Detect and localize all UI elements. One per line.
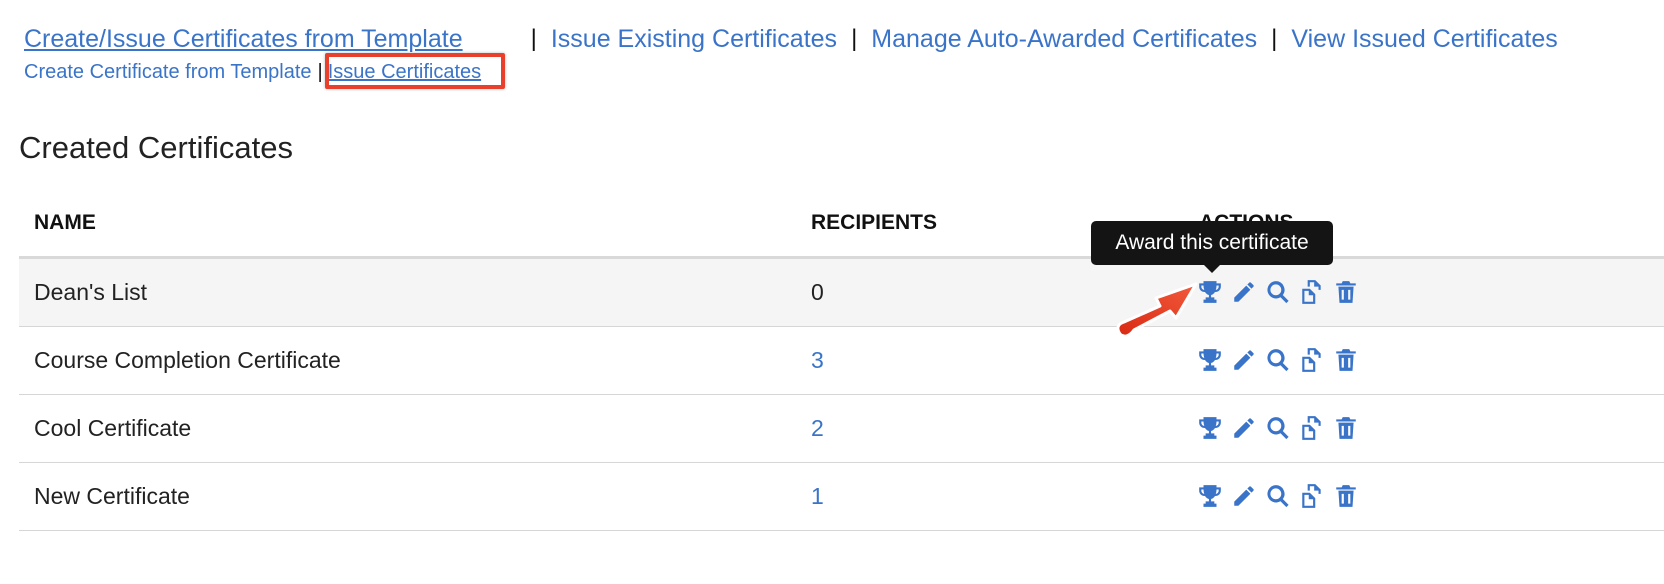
- certificate-name: Dean's List: [34, 279, 148, 305]
- row-actions: [1197, 279, 1359, 305]
- copy-icon[interactable]: [1299, 347, 1325, 373]
- nav-issue-existing[interactable]: Issue Existing Certificates: [551, 25, 837, 54]
- row-actions: [1197, 415, 1359, 441]
- table-row: New Certificate 1: [19, 463, 1664, 531]
- trash-icon[interactable]: [1333, 483, 1359, 509]
- top-nav: Create/Issue Certificates from Template …: [24, 22, 1558, 56]
- award-tooltip: Award this certificate: [1091, 221, 1333, 273]
- trash-icon[interactable]: [1333, 347, 1359, 373]
- page-title: Created Certificates: [19, 130, 293, 165]
- recipient-count: 0: [811, 279, 824, 305]
- subnav-create-from-template[interactable]: Create Certificate from Template: [24, 61, 312, 84]
- certificate-name: Course Completion Certificate: [34, 347, 341, 373]
- subnav-separator: |: [317, 60, 323, 83]
- header-recipients: RECIPIENTS: [811, 211, 938, 234]
- magnifier-icon[interactable]: [1265, 279, 1291, 305]
- highlight-annotation-box: [325, 53, 505, 89]
- certificate-name: New Certificate: [34, 483, 190, 509]
- table-header: NAME RECIPIENTS ACTIONS: [19, 190, 1664, 259]
- recipient-count-link[interactable]: 2: [811, 415, 824, 442]
- magnifier-icon[interactable]: [1265, 483, 1291, 509]
- pencil-icon[interactable]: [1231, 279, 1257, 305]
- certificates-table: NAME RECIPIENTS ACTIONS Dean's List 0 Co…: [19, 190, 1664, 531]
- header-name: NAME: [34, 211, 96, 234]
- magnifier-icon[interactable]: [1265, 347, 1291, 373]
- pencil-icon[interactable]: [1231, 347, 1257, 373]
- row-actions: [1197, 483, 1359, 509]
- copy-icon[interactable]: [1299, 483, 1325, 509]
- trash-icon[interactable]: [1333, 415, 1359, 441]
- nav-manage-auto-awarded[interactable]: Manage Auto-Awarded Certificates: [871, 25, 1257, 54]
- nav-separator: |: [1271, 25, 1278, 52]
- arrow-annotation-icon: [1116, 282, 1198, 338]
- table-row: Cool Certificate 2: [19, 395, 1664, 463]
- certificate-name: Cool Certificate: [34, 415, 192, 441]
- nav-create-issue-from-template[interactable]: Create/Issue Certificates from Template: [24, 25, 463, 54]
- nav-separator: |: [851, 25, 858, 52]
- table-row: Course Completion Certificate 3: [19, 327, 1664, 395]
- table-row: Dean's List 0: [19, 259, 1664, 327]
- nav-separator: |: [530, 25, 537, 52]
- row-actions: [1197, 347, 1359, 373]
- recipient-count-link[interactable]: 3: [811, 347, 824, 374]
- copy-icon[interactable]: [1299, 415, 1325, 441]
- pencil-icon[interactable]: [1231, 415, 1257, 441]
- trophy-icon[interactable]: [1197, 483, 1223, 509]
- recipient-count-link[interactable]: 1: [811, 483, 824, 510]
- pencil-icon[interactable]: [1231, 483, 1257, 509]
- nav-view-issued[interactable]: View Issued Certificates: [1291, 25, 1557, 54]
- trophy-icon[interactable]: [1197, 415, 1223, 441]
- copy-icon[interactable]: [1299, 279, 1325, 305]
- magnifier-icon[interactable]: [1265, 415, 1291, 441]
- trash-icon[interactable]: [1333, 279, 1359, 305]
- trophy-icon[interactable]: [1197, 347, 1223, 373]
